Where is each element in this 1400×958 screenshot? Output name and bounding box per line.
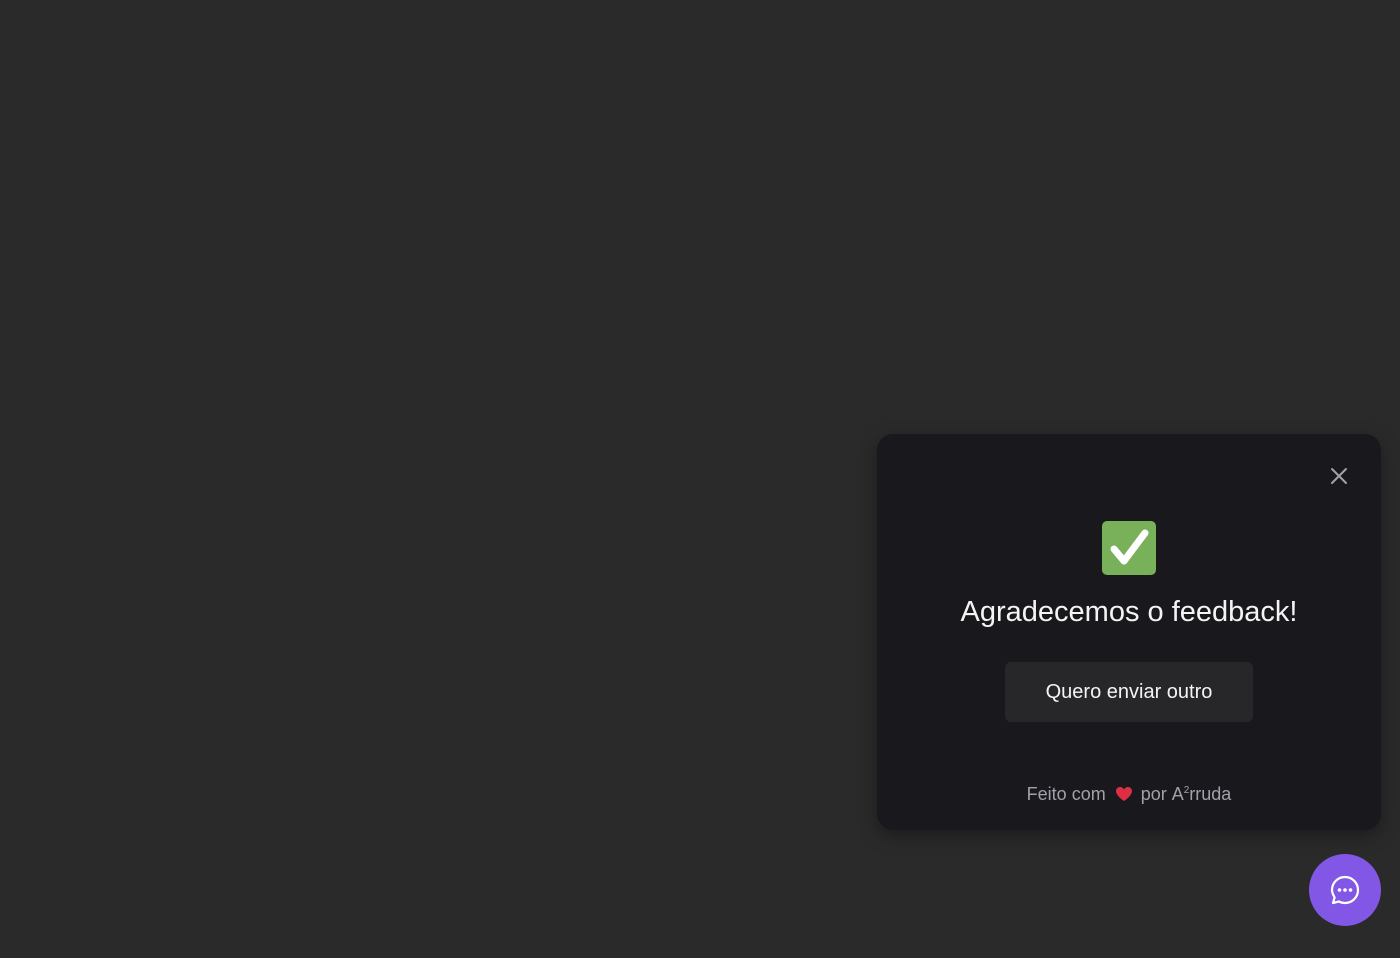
success-title: Agradecemos o feedback!	[960, 596, 1298, 628]
check-mark-button-icon	[1102, 521, 1156, 575]
feedback-widget: Agradecemos o feedback! Quero enviar out…	[877, 434, 1381, 830]
chat-bubble-icon	[1330, 875, 1360, 905]
footer-by: por	[1140, 784, 1167, 804]
heart-icon	[1115, 787, 1132, 801]
footer-credit: Feito com por A2rruda	[877, 782, 1381, 806]
author-suffix: rruda	[1189, 784, 1232, 804]
close-icon	[1331, 468, 1347, 484]
close-button[interactable]	[1329, 466, 1349, 486]
page: Agradecemos o feedback! Quero enviar out…	[0, 0, 1400, 958]
feedback-toggle-button[interactable]	[1309, 854, 1381, 926]
author-link[interactable]: A2rruda	[1172, 782, 1232, 806]
send-another-button[interactable]: Quero enviar outro	[1005, 662, 1253, 722]
footer-made-with: Feito com	[1026, 784, 1106, 804]
author-prefix: A	[1171, 784, 1184, 804]
